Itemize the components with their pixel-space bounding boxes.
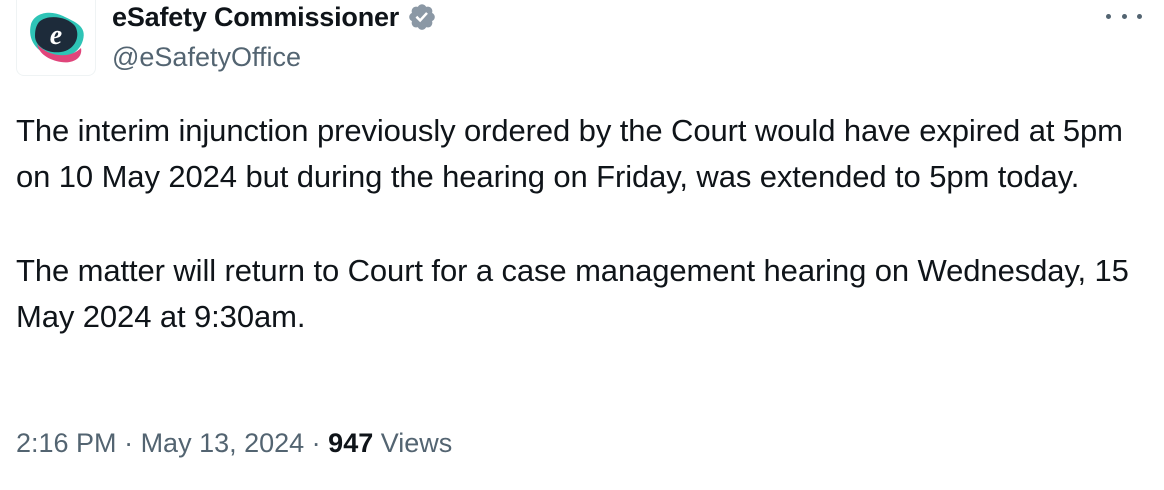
views-label: Views	[380, 428, 453, 458]
tweet-time[interactable]: 2:16 PM	[16, 428, 117, 458]
more-options-icon[interactable]	[1106, 4, 1142, 28]
avatar[interactable]: e	[16, 0, 96, 76]
author-display-name[interactable]: eSafety Commissioner	[112, 0, 399, 34]
author-handle[interactable]: @eSafetyOffice	[112, 40, 301, 74]
tweet-paragraph: The matter will return to Court for a ca…	[16, 253, 1129, 334]
more-dot	[1137, 13, 1142, 19]
tweet-text: The interim injunction previously ordere…	[16, 108, 1146, 340]
more-dot	[1106, 13, 1111, 19]
author-name-row[interactable]: eSafety Commissioner	[112, 0, 437, 34]
verified-badge-icon[interactable]	[407, 2, 437, 32]
tweet-card: e eSafety Commissioner @eSafetyOffice Th…	[0, 0, 1164, 490]
views-count: 947	[328, 428, 374, 458]
esafety-logo-icon: e	[30, 12, 84, 63]
tweet-paragraph: The interim injunction previously ordere…	[16, 113, 1123, 194]
svg-text:e: e	[50, 20, 62, 51]
meta-separator: ·	[304, 428, 329, 458]
tweet-meta: 2:16 PM · May 13, 2024 · 947 Views	[16, 426, 452, 460]
meta-separator: ·	[116, 428, 141, 458]
more-dot	[1121, 13, 1127, 19]
tweet-date[interactable]: May 13, 2024	[141, 428, 305, 458]
